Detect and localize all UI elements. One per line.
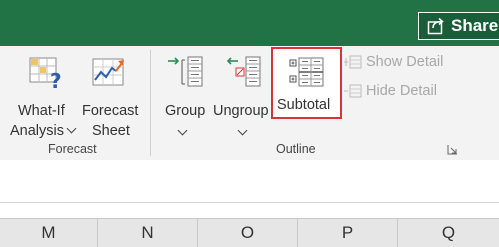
chevron-down-icon (66, 123, 77, 134)
group-label: Group (165, 103, 206, 119)
forecast-sheet-line2: Sheet (92, 123, 130, 139)
ungroup-label: Ungroup (213, 103, 269, 119)
show-detail-button[interactable]: Show Detail (344, 54, 443, 70)
show-detail-label: Show Detail (366, 54, 444, 70)
hide-detail-button[interactable]: Hide Detail (344, 83, 437, 99)
ribbon: ? What-If Analysis Forecast Sheet Foreca… (0, 46, 499, 161)
column-headers: M N O P Q (0, 218, 499, 247)
column-header-p[interactable]: P (298, 219, 398, 247)
subtotal-label: Subtotal (277, 97, 331, 113)
what-if-analysis-icon: ? (29, 57, 62, 90)
chevron-down-icon (177, 125, 188, 136)
hide-detail-label: Hide Detail (366, 83, 437, 99)
show-detail-icon (344, 55, 362, 69)
what-if-line2: Analysis (10, 121, 77, 141)
group-separator (150, 50, 151, 156)
svg-text:?: ? (50, 69, 62, 90)
ungroup-icon (226, 56, 261, 87)
chevron-down-icon (237, 125, 248, 136)
subtotal-button[interactable]: Subtotal (271, 47, 342, 119)
forecast-group-label: Forecast (48, 142, 97, 156)
group-button[interactable]: Group (160, 52, 210, 138)
hide-detail-icon (344, 84, 362, 98)
forecast-sheet-button[interactable]: Forecast Sheet (80, 52, 142, 139)
what-if-line1: What-If (18, 103, 65, 119)
formula-bar[interactable] (0, 160, 499, 203)
column-header-n[interactable]: N (98, 219, 198, 247)
subtotal-icon (289, 57, 324, 87)
ungroup-button[interactable]: Ungroup (212, 52, 272, 138)
share-button[interactable]: Share (418, 12, 499, 40)
outline-group-label: Outline (276, 142, 316, 156)
column-header-q[interactable]: Q (398, 219, 499, 247)
group-icon (168, 56, 203, 87)
share-icon (427, 17, 444, 35)
forecast-sheet-line1: Forecast (82, 103, 139, 119)
dialog-launcher-icon[interactable] (447, 144, 458, 155)
what-if-line2-text: Analysis (10, 123, 64, 139)
title-bar: Share (0, 0, 499, 46)
column-header-o[interactable]: O (198, 219, 298, 247)
share-label: Share (451, 16, 499, 35)
column-header-m[interactable]: M (0, 219, 98, 247)
forecast-sheet-icon (92, 58, 124, 86)
what-if-analysis-button[interactable]: ? What-If Analysis (8, 52, 77, 141)
